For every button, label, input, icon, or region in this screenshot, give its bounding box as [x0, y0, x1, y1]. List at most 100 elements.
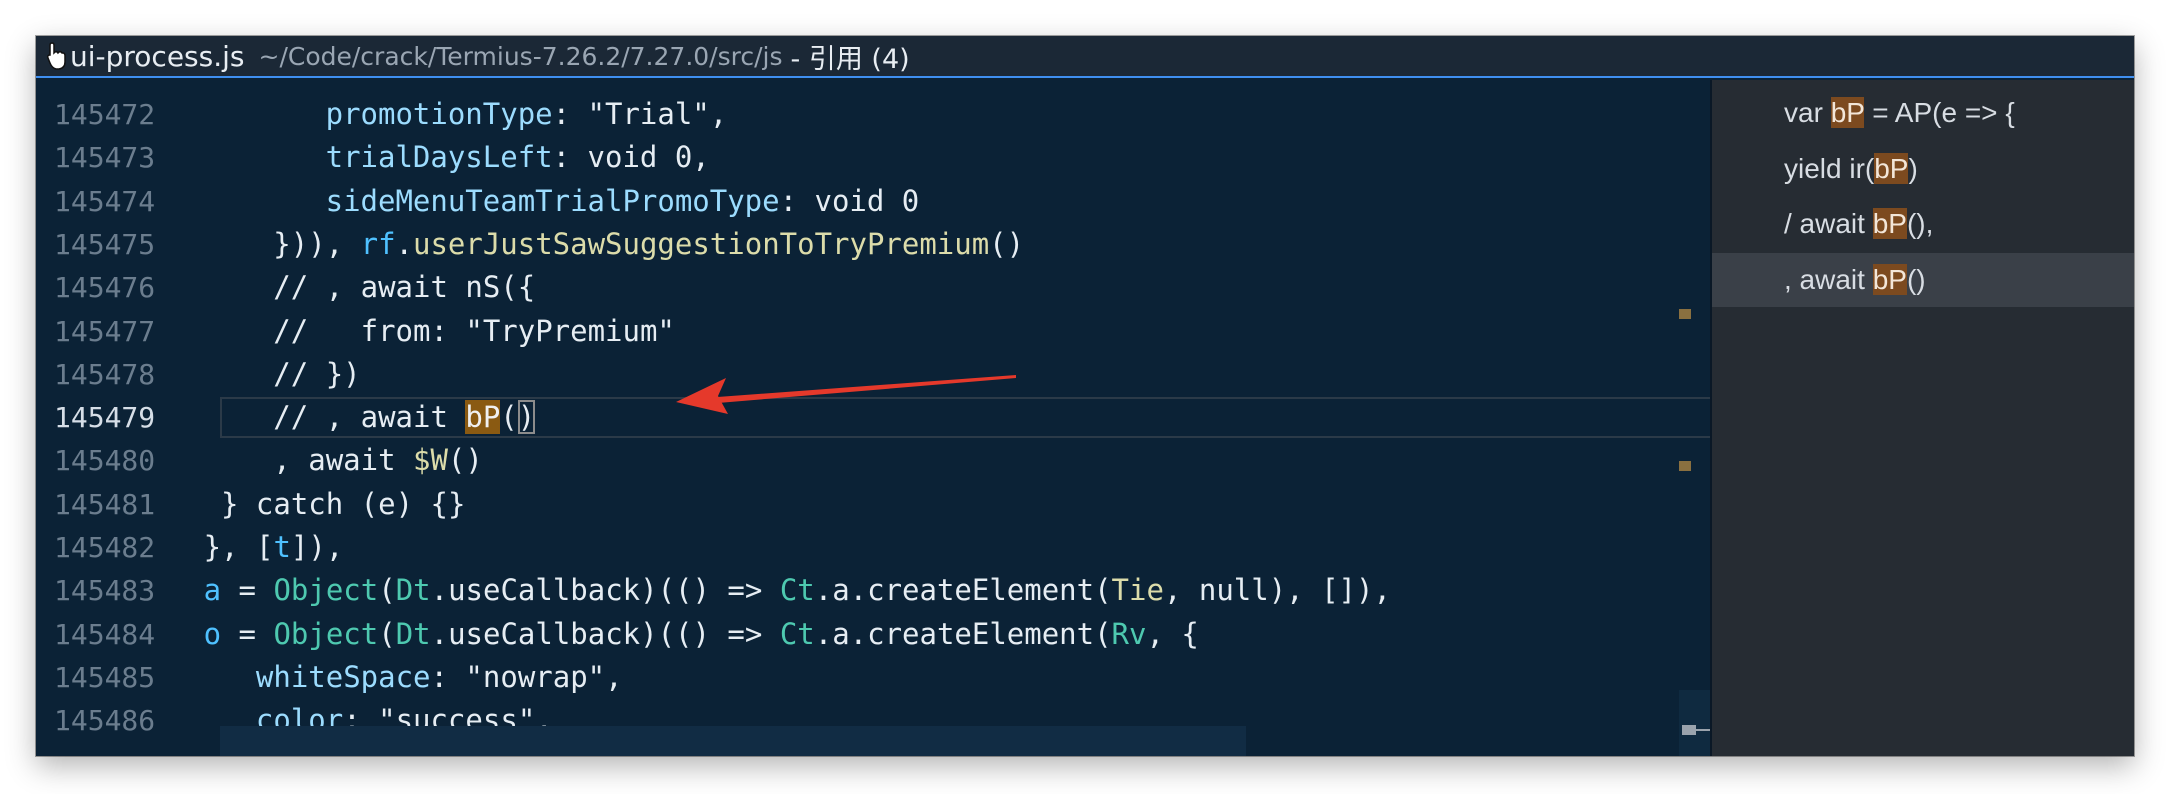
line-number: 145475 — [54, 227, 156, 261]
code-text: a = Object(Dt.useCallback)(() => Ct.a.cr… — [204, 569, 1391, 612]
code-token: .a.createElement( — [814, 616, 1112, 651]
code-token: , { — [1146, 616, 1199, 651]
code-line[interactable]: 145484 o = Object(Dt.useCallback)(() => C… — [36, 613, 1710, 656]
code-line[interactable]: 145483 a = Object(Dt.useCallback)(() => C… — [36, 569, 1710, 612]
line-number: 145485 — [54, 660, 156, 694]
code-line[interactable]: 145475 })), rf.userJustSawSuggestionToTr… — [36, 223, 1710, 266]
code-token: Rv — [1111, 616, 1147, 651]
code-line[interactable]: 145474 sideMenuTeamTrialPromoType: void … — [36, 180, 1710, 223]
line-number: 145472 — [54, 98, 156, 131]
reference-item[interactable]: / await bP(), — [1712, 197, 2134, 251]
code-token: a — [203, 573, 222, 608]
code-line[interactable]: 145473 trialDaysLeft: void 0, — [36, 136, 1710, 179]
code-text: // , await nS({ — [238, 266, 535, 309]
reference-match: bP — [1874, 152, 1909, 184]
code-text: o = Object(Dt.useCallback)(() => Ct.a.cr… — [204, 613, 1199, 656]
code-token: t — [273, 530, 291, 564]
line-number: 145478 — [54, 357, 156, 391]
code-text: whiteSpace: "nowrap", — [221, 656, 623, 699]
highlighted-symbol: bP — [465, 400, 501, 435]
code-token: // }) — [238, 356, 361, 391]
code-token: : void 0 — [779, 183, 920, 218]
code-line[interactable]: 145472 promotionType: "Trial", — [36, 93, 1710, 136]
code-token: Ct — [779, 616, 815, 651]
scrollbar-thumb[interactable] — [1682, 725, 1696, 735]
reference-match: bP — [1872, 208, 1907, 239]
file-name: ui-process.js — [70, 39, 245, 73]
line-number: 145477 — [54, 314, 156, 348]
code-token: o — [203, 616, 222, 651]
line-number: 145484 — [54, 617, 156, 651]
code-line[interactable]: 145482}, [t]), — [36, 526, 1710, 569]
reference-match: bP — [1872, 263, 1907, 295]
code-text: // }) — [238, 353, 360, 396]
code-token: } catch (e) {} — [221, 486, 466, 521]
code-line[interactable]: 145476 // , await nS({ — [36, 266, 1710, 309]
code-token: ) — [517, 400, 536, 435]
references-count-label: - 引用 (4) — [790, 43, 910, 75]
code-line[interactable]: 145479 // , await bP() — [36, 396, 1710, 439]
code-token: trialDaysLeft — [255, 140, 553, 175]
code-token: = — [221, 616, 274, 651]
code-token: }, [ — [203, 530, 274, 564]
code-token: . — [395, 226, 413, 261]
code-token: ( — [378, 616, 396, 651]
reference-text-after: (), — [1906, 208, 1934, 239]
code-text: sideMenuTeamTrialPromoType: void 0 — [255, 180, 920, 223]
code-token: Dt — [395, 573, 431, 608]
scrollbar-tick — [1696, 729, 1710, 731]
reference-text-before: var — [1784, 97, 1831, 128]
code-token: "Trial" — [587, 97, 710, 131]
code-token: , — [709, 97, 728, 131]
code-token: () — [447, 443, 483, 478]
reference-match: bP — [1830, 97, 1865, 128]
code-token: // , await — [238, 400, 466, 435]
code-line[interactable]: 145477 // from: "TryPremium" — [36, 310, 1710, 353]
scrollbar-track[interactable] — [1679, 690, 1710, 756]
title-bar: ui-process.js ~/Code/crack/Termius-7.26.… — [36, 36, 2134, 78]
code-token: : void 0, — [552, 140, 710, 175]
line-number: 145476 — [54, 271, 156, 305]
code-token: ( — [500, 400, 518, 435]
references-panel: var bP = AP(e => {yield ir(bP) / await bP… — [1710, 80, 2134, 756]
code-token: Ct — [779, 573, 815, 608]
reference-text-after: = AP(e => { — [1864, 97, 2015, 128]
code-token: : "nowrap", — [430, 659, 623, 694]
code-token: rf — [360, 226, 396, 261]
file-path: ~/Code/crack/Termius-7.26.2/7.27.0/src/j… — [258, 41, 783, 71]
code-token: , null), []), — [1163, 573, 1391, 608]
code-text: promotionType: "Trial", — [255, 93, 728, 136]
code-token: .useCallback)(() => — [430, 573, 780, 608]
code-token: () — [989, 226, 1025, 261]
code-token: ( — [378, 573, 396, 608]
code-line[interactable]: 145485 whiteSpace: "nowrap", — [36, 656, 1710, 699]
reference-item[interactable]: yield ir(bP) — [1712, 142, 2134, 196]
code-text: } catch (e) {} — [221, 483, 465, 526]
reference-text-after: () — [1906, 263, 1926, 295]
reference-text-after: ) — [1908, 152, 1918, 184]
code-token: Dt — [395, 616, 431, 651]
code-editor[interactable]: 145472 promotionType: "Trial", 145473 tri… — [36, 80, 1710, 756]
reference-text-before: / await — [1784, 208, 1873, 239]
code-token: $W — [413, 443, 448, 478]
code-token: userJustSawSuggestionToTryPremium — [413, 226, 990, 261]
code-token: // , await nS({ — [238, 270, 536, 305]
code-line[interactable]: 145481 } catch (e) {} — [36, 483, 1710, 526]
reference-item[interactable]: , await bP() — [1712, 252, 2134, 307]
overview-ruler-marker — [1679, 309, 1691, 319]
code-token: .useCallback)(() => — [430, 616, 780, 651]
code-token: })), — [238, 226, 361, 261]
code-token: , await — [238, 443, 413, 478]
code-line[interactable]: 145480 , await $W() — [36, 439, 1710, 482]
code-line[interactable]: 145478 // }) — [36, 353, 1710, 396]
code-token: whiteSpace — [221, 659, 431, 694]
line-number: 145474 — [54, 184, 156, 218]
code-text: }, [t]), — [204, 526, 344, 569]
line-number: 145479 — [54, 401, 156, 435]
reference-item[interactable]: var bP = AP(e => { — [1712, 86, 2134, 140]
code-token: promotionType — [255, 97, 553, 131]
code-token: // from: "TryPremium" — [238, 313, 675, 348]
code-token: sideMenuTeamTrialPromoType — [255, 183, 780, 218]
line-number: 145481 — [54, 487, 156, 521]
reference-text-before: yield ir( — [1784, 152, 1875, 184]
